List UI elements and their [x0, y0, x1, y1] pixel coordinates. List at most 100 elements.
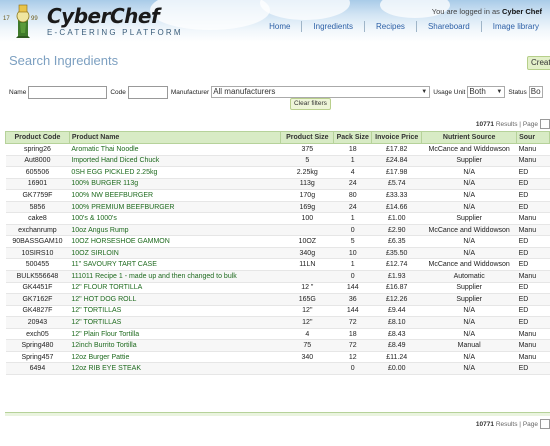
- table-row[interactable]: exch05 12" Plain Flour Tortilla 4 18 £8.43 N/…: [5, 328, 550, 341]
- app-logo-text[interactable]: CyberChef: [47, 4, 160, 28]
- table-row[interactable]: 10SIRS10 10OZ SIRLOIN 340g 10 £35.50 N/A ED: [5, 247, 550, 260]
- col-invoice-price[interactable]: Invoice Price: [371, 131, 423, 144]
- col-product-size[interactable]: Product Size: [280, 131, 335, 144]
- table-row[interactable]: GK7162F 12" HOT DOG ROLL 165G 36 £12.26 Suppl…: [5, 293, 550, 306]
- cell-product-size: 170g: [280, 189, 334, 202]
- table-row[interactable]: BULK556648 111011 Recipe 1 - made up and …: [5, 270, 550, 283]
- cell-product-name[interactable]: 10oz Angus Rump: [69, 224, 281, 237]
- nav-image-library[interactable]: Image library: [480, 21, 550, 32]
- col-product-name[interactable]: Product Name: [68, 131, 282, 144]
- cell-product-code: Aut8000: [5, 155, 70, 168]
- cell-product-size: 375: [280, 143, 334, 156]
- crest-year-right: 99: [31, 16, 38, 22]
- cell-product-name[interactable]: 12" TORTILLAS: [69, 305, 281, 318]
- clear-filters-button[interactable]: Clear filters: [290, 98, 331, 110]
- cell-source: Manu: [516, 224, 550, 237]
- page-input-bottom[interactable]: [540, 419, 550, 429]
- cell-product-name[interactable]: 12" FLOUR TORTILLA: [69, 282, 281, 295]
- table-row[interactable]: 500455 11" SAVOURY TART CASE 11LN 1 £12.74 Mc…: [5, 258, 550, 271]
- cell-product-name[interactable]: 100's & 1000's: [69, 212, 281, 225]
- cell-product-name[interactable]: 12oz RIB EYE STEAK: [69, 362, 281, 375]
- nav-recipes[interactable]: Recipes: [364, 21, 416, 32]
- cell-product-size: 10OZ: [280, 235, 334, 248]
- cell-product-size: 169g: [280, 201, 334, 214]
- col-nutrient-source[interactable]: Nutrient Source: [421, 131, 518, 144]
- cell-source: Manu: [516, 328, 550, 341]
- cell-product-name[interactable]: 10OZ SIRLOIN: [69, 247, 281, 260]
- cell-product-name[interactable]: 12inch Burrito Tortilla: [69, 339, 281, 352]
- cell-product-name[interactable]: 0SH EGG PICKLED 2.25kg: [69, 166, 281, 179]
- cell-source: Manu: [516, 351, 550, 364]
- table-row[interactable]: exchanrump 10oz Angus Rump 0 £2.90 McCance a…: [5, 224, 550, 237]
- table-row[interactable]: GK4451F 12" FLOUR TORTILLA 12 " 144 £16.87 Su…: [5, 282, 550, 295]
- cell-nutrient-source: N/A: [421, 235, 517, 248]
- cell-product-name[interactable]: 100% BURGER 113g: [69, 178, 281, 191]
- status-select[interactable]: Bo: [528, 86, 543, 98]
- cell-product-code: exch05: [5, 328, 70, 341]
- cell-pack-size: 10: [333, 247, 372, 260]
- logged-in-user[interactable]: Cyber Chef: [502, 7, 542, 16]
- col-product-code[interactable]: Product Code: [5, 131, 70, 144]
- table-row[interactable]: Aut8000 Imported Hand Diced Chuck 5 1 £24.84…: [5, 155, 550, 168]
- cell-invoice-price: £14.66: [371, 201, 422, 214]
- cell-invoice-price: £24.84: [371, 155, 422, 168]
- pager-top: 10771 Results | Page: [476, 118, 550, 130]
- cell-nutrient-source: N/A: [421, 351, 517, 364]
- table-row[interactable]: Spring480 12inch Burrito Tortilla 75 72 £8.4…: [5, 339, 550, 352]
- cell-product-name[interactable]: 100% NW BEEFBURGER: [69, 189, 281, 202]
- name-input[interactable]: [28, 85, 108, 99]
- table-row[interactable]: 20943 12" TORTILLAS 12" 72 £8.10 N/A ED: [5, 316, 550, 329]
- cell-product-code: GK4827F: [5, 305, 70, 318]
- cell-product-name[interactable]: 10OZ HORSESHOE GAMMON: [69, 235, 281, 248]
- nav-ingredients[interactable]: Ingredients: [301, 21, 364, 32]
- cell-product-size: 340g: [280, 247, 334, 260]
- manufacturer-value: All manufacturers: [213, 87, 276, 96]
- cell-product-name[interactable]: 12" HOT DOG ROLL: [69, 293, 281, 306]
- cell-source: ED: [516, 293, 550, 306]
- cell-product-name[interactable]: 12" Plain Flour Tortilla: [69, 328, 281, 341]
- table-row[interactable]: 605506 0SH EGG PICKLED 2.25kg 2.25kg 4 £17.9…: [5, 166, 550, 179]
- create-button[interactable]: Creat: [527, 56, 550, 70]
- usage-unit-select[interactable]: Both ▼: [467, 86, 506, 98]
- cell-product-name[interactable]: 12" TORTILLAS: [69, 316, 281, 329]
- table-row[interactable]: cake8 100's & 1000's 100 1 £1.00 Supplier Manu: [5, 212, 550, 225]
- cell-nutrient-source: Supplier: [421, 155, 517, 168]
- manufacturer-select[interactable]: All manufacturers ▼: [211, 86, 431, 98]
- cell-product-size: [280, 270, 334, 283]
- table-row[interactable]: 16901 100% BURGER 113g 113g 24 £5.74 N/A ED: [5, 178, 550, 191]
- table-row[interactable]: 90BASSGAM10 10OZ HORSESHOE GAMMON 10OZ 5 £6.…: [5, 235, 550, 248]
- manufacturer-label: Manufacturer: [170, 88, 210, 96]
- cell-product-name[interactable]: Imported Hand Diced Chuck: [69, 155, 281, 168]
- chevron-down-icon: ▼: [421, 89, 428, 95]
- page-input[interactable]: [540, 119, 550, 129]
- cell-nutrient-source: Supplier: [421, 212, 517, 225]
- cell-product-name[interactable]: Aromatic Thai Noodle: [69, 143, 281, 156]
- cell-pack-size: 1: [333, 258, 372, 271]
- cell-pack-size: 24: [333, 201, 372, 214]
- nav-home[interactable]: Home: [258, 21, 301, 32]
- cell-invoice-price: £5.74: [371, 178, 422, 191]
- col-pack-size[interactable]: Pack Size: [333, 131, 373, 144]
- status-value: Bo: [530, 87, 541, 96]
- cell-source: Manu: [516, 155, 550, 168]
- cell-product-name[interactable]: 12oz Burger Pattie: [69, 351, 281, 364]
- table-row[interactable]: 6494 12oz RIB EYE STEAK 0 £0.00 N/A ED: [5, 362, 550, 375]
- nav-shareboard[interactable]: Shareboard: [415, 21, 481, 32]
- table-row[interactable]: Spring457 12oz Burger Pattie 340 12 £11.24 N/…: [5, 351, 550, 364]
- cell-product-name[interactable]: 11" SAVOURY TART CASE: [69, 258, 281, 271]
- code-input[interactable]: [127, 85, 168, 99]
- table-row[interactable]: spring26 Aromatic Thai Noodle 375 18 £17.82 M…: [5, 143, 550, 156]
- cell-nutrient-source: McCance and Widdowson: [421, 143, 517, 156]
- table-row[interactable]: GK4827F 12" TORTILLAS 12" 144 £9.44 N/A ED: [5, 305, 550, 318]
- header-banner: 17 99 CyberChef E-CATERING PLATFORM You …: [0, 0, 550, 42]
- col-source[interactable]: Sour: [516, 131, 550, 144]
- table-row[interactable]: 5856 100% PREMIUM BEEFBURGER 169g 24 £14.66 N…: [5, 201, 550, 214]
- cell-source: Manu: [516, 212, 550, 225]
- cell-product-name[interactable]: 100% PREMIUM BEEFBURGER: [69, 201, 281, 214]
- cell-product-name[interactable]: 111011 Recipe 1 - made up and then chang…: [69, 270, 281, 283]
- cell-product-size: 75: [280, 339, 334, 352]
- cell-product-code: 500455: [5, 258, 70, 271]
- cell-source: ED: [516, 305, 550, 318]
- cell-product-size: 12": [280, 305, 334, 318]
- table-row[interactable]: GK7759F 100% NW BEEFBURGER 170g 80 £33.33 N/A…: [5, 189, 550, 202]
